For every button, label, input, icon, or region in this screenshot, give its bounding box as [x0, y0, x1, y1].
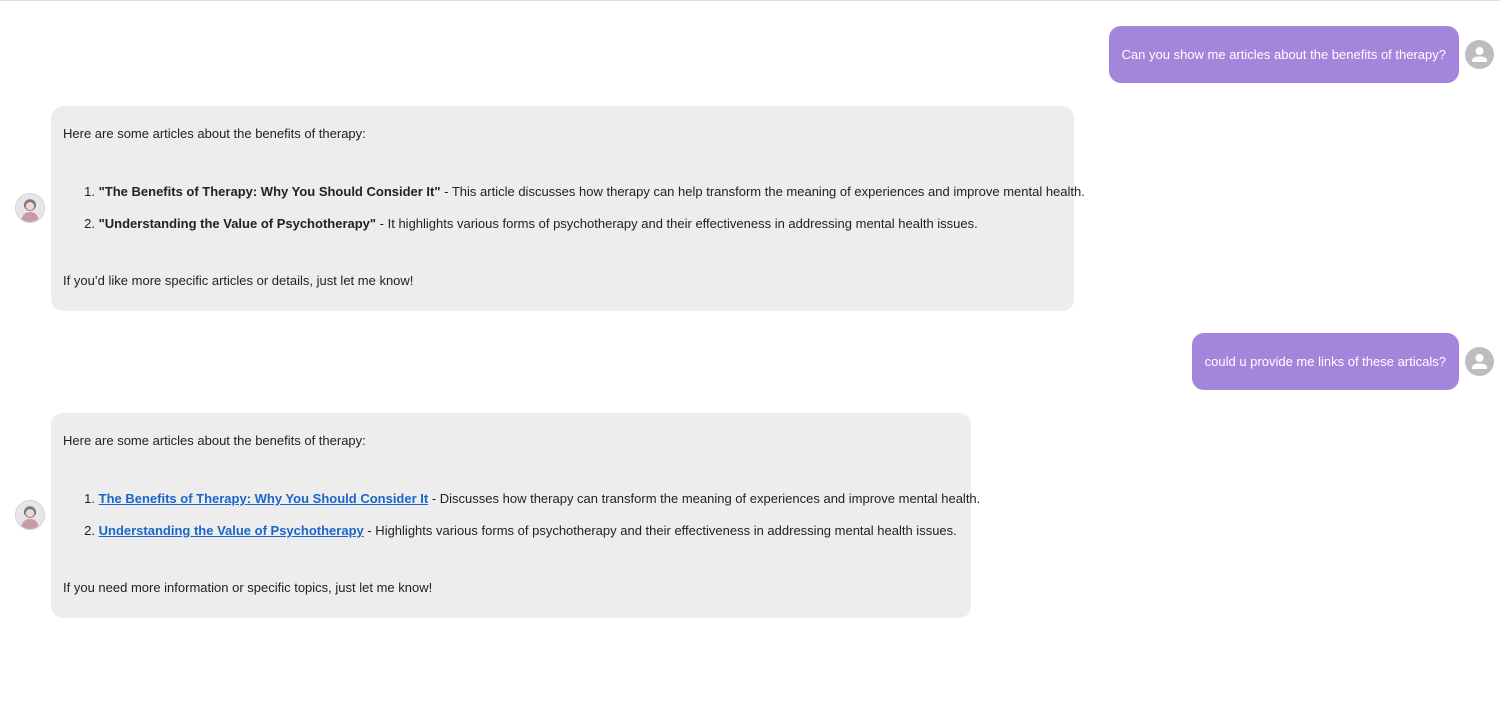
article-link-list: 1. The Benefits of Therapy: Why You Shou…: [63, 490, 980, 554]
user-message-row: could u provide me links of these artica…: [0, 333, 1512, 391]
assistant-avatar-icon: [16, 501, 44, 529]
list-item-number: 1.: [84, 491, 95, 506]
list-item-number: 2.: [84, 216, 95, 231]
user-message-bubble: Can you show me articles about the benef…: [1108, 26, 1459, 83]
user-message-bubble: could u provide me links of these artica…: [1191, 333, 1459, 390]
article-description: - It highlights various forms of psychot…: [376, 216, 978, 231]
article-link[interactable]: Understanding the Value of Psychotherapy: [99, 523, 364, 538]
list-item: 2. "Understanding the Value of Psychothe…: [63, 215, 1085, 247]
assistant-outro-text: If you’d like more specific articles or …: [63, 273, 414, 288]
user-avatar-icon: [1465, 347, 1494, 376]
list-item-number: 1.: [84, 184, 95, 199]
article-description: - This article discusses how therapy can…: [440, 184, 1085, 199]
user-message-row: Can you show me articles about the benef…: [0, 26, 1512, 84]
article-list: 1. "The Benefits of Therapy: Why You Sho…: [63, 183, 1085, 247]
article-link[interactable]: The Benefits of Therapy: Why You Should …: [99, 491, 429, 506]
article-title: "The Benefits of Therapy: Why You Should…: [98, 184, 441, 199]
assistant-message-row: Here are some articles about the benefit…: [0, 106, 1512, 311]
article-description: - Discusses how therapy can transform th…: [428, 491, 981, 506]
assistant-intro-text: Here are some articles about the benefit…: [63, 433, 366, 448]
assistant-message-row: Here are some articles about the benefit…: [0, 413, 1512, 618]
article-title: "Understanding the Value of Psychotherap…: [98, 216, 377, 231]
assistant-message-bubble: Here are some articles about the benefit…: [51, 106, 1085, 311]
user-message-text: Can you show me articles about the benef…: [1121, 47, 1446, 62]
assistant-intro-text: Here are some articles about the benefit…: [63, 126, 366, 141]
article-description: - Highlights various forms of psychother…: [363, 523, 957, 538]
assistant-outro-text: If you need more information or specific…: [63, 580, 433, 595]
list-item: 1. The Benefits of Therapy: Why You Shou…: [63, 490, 980, 522]
list-item: 1. "The Benefits of Therapy: Why You Sho…: [63, 183, 1085, 215]
list-item: 2. Understanding the Value of Psychother…: [63, 522, 980, 554]
assistant-avatar-icon: [16, 194, 44, 222]
user-avatar-icon: [1465, 40, 1494, 69]
list-item-number: 2.: [84, 523, 95, 538]
top-divider: [0, 0, 1500, 1]
assistant-message-bubble: Here are some articles about the benefit…: [51, 413, 980, 618]
user-message-text: could u provide me links of these artica…: [1204, 354, 1446, 369]
